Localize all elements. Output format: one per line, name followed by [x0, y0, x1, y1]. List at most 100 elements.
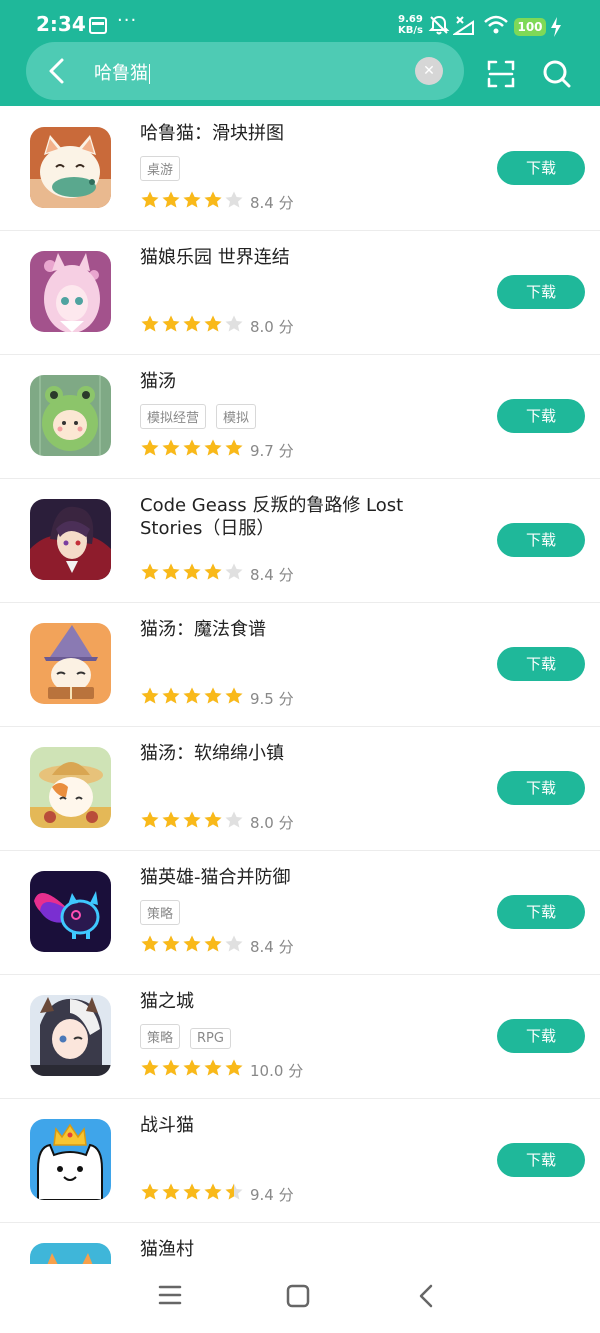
star-rating	[140, 438, 244, 462]
category-tag[interactable]: 桌游	[140, 156, 181, 181]
scan-icon[interactable]	[487, 60, 515, 88]
app-title[interactable]: 猫娘乐园 世界连结	[140, 246, 470, 269]
signal-off-icon	[453, 16, 474, 35]
list-item[interactable]: 猫汤 模拟经营 模拟 9.7 分 下载	[0, 354, 600, 479]
list-item[interactable]: 哈鲁猫：滑块拼图 桌游 8.4 分 下载	[0, 106, 600, 231]
list-item[interactable]: 战斗猫 9.4 分 下载	[0, 1098, 600, 1223]
app-title[interactable]: Code Geass 反叛的鲁路修 Lost Stories（日服）	[140, 494, 470, 540]
category-tag[interactable]: 模拟	[216, 404, 257, 429]
app-icon-cat-hero	[30, 871, 111, 952]
star-icon	[225, 935, 243, 952]
star-icon	[225, 315, 243, 332]
star-icon	[162, 687, 180, 704]
app-icon-cat-soup	[30, 375, 111, 456]
search-input[interactable]: 哈鲁猫	[94, 59, 150, 85]
star-icon	[183, 811, 201, 828]
app-title[interactable]: 哈鲁猫：滑块拼图	[140, 122, 470, 145]
star-icon	[183, 315, 201, 332]
star-icon	[162, 935, 180, 952]
category-tag[interactable]: 模拟经营	[140, 404, 207, 429]
list-item[interactable]: 猫英雄-猫合并防御 策略 8.4 分 下载	[0, 850, 600, 975]
star-rating	[140, 1182, 244, 1206]
star-icon	[162, 191, 180, 208]
list-item[interactable]: Code Geass 反叛的鲁路修 Lost Stories（日服） 8.4 分…	[0, 478, 600, 603]
star-icon	[183, 563, 201, 580]
category-tag[interactable]: RPG	[190, 1028, 231, 1049]
list-item[interactable]: 猫汤：魔法食谱 9.5 分 下载	[0, 602, 600, 727]
calendar-icon	[89, 17, 107, 34]
download-button[interactable]: 下载	[497, 275, 585, 309]
rating-score: 9.5 分	[250, 689, 294, 708]
clear-search-button[interactable]: ✕	[415, 57, 443, 85]
category-tag[interactable]: 策略	[140, 900, 181, 925]
charging-icon	[551, 17, 561, 37]
star-icon	[183, 1059, 201, 1076]
app-icon-code-geass	[30, 499, 111, 580]
app-title[interactable]: 猫汤：软绵绵小镇	[140, 742, 470, 765]
star-rating	[140, 686, 244, 710]
search-results-list[interactable]: 哈鲁猫：滑块拼图 桌游 8.4 分 下载 猫娘乐园 世界连结 8.0 分 下载	[0, 106, 600, 1264]
home-icon[interactable]	[286, 1284, 310, 1308]
star-rating	[140, 934, 244, 958]
download-button[interactable]: 下载	[497, 399, 585, 433]
star-icon	[183, 1183, 201, 1200]
star-icon	[204, 563, 222, 580]
wifi-icon	[484, 15, 508, 34]
back-arrow-icon[interactable]	[44, 56, 70, 86]
star-icon	[225, 439, 243, 456]
star-icon	[204, 315, 222, 332]
app-icon-catgirl-paradise	[30, 251, 111, 332]
text-caret	[149, 64, 150, 84]
download-button[interactable]: 下载	[497, 647, 585, 681]
star-icon	[141, 935, 159, 952]
app-icon-battle-cats	[30, 1119, 111, 1200]
star-icon	[183, 687, 201, 704]
rating-score: 10.0 分	[250, 1061, 304, 1080]
star-icon	[204, 811, 222, 828]
app-title[interactable]: 猫之城	[140, 990, 470, 1013]
rating: 8.0 分	[140, 810, 294, 832]
download-button[interactable]: 下载	[497, 523, 585, 557]
rating: 10.0 分	[140, 1058, 304, 1080]
list-item[interactable]: 猫娘乐园 世界连结 8.0 分 下载	[0, 230, 600, 355]
app-title[interactable]: 战斗猫	[140, 1114, 470, 1137]
star-icon	[141, 1183, 159, 1200]
list-item[interactable]: 猫渔村	[0, 1222, 600, 1264]
list-item[interactable]: 猫之城 策略 RPG 10.0 分 下载	[0, 974, 600, 1099]
download-button[interactable]: 下载	[497, 771, 585, 805]
star-icon	[183, 935, 201, 952]
star-icon	[141, 191, 159, 208]
app-title[interactable]: 猫英雄-猫合并防御	[140, 866, 470, 889]
search-icon[interactable]	[543, 60, 571, 90]
rating-score: 8.4 分	[250, 193, 294, 212]
tag-list: 桌游	[140, 156, 190, 181]
star-rating	[140, 562, 244, 586]
tag-list: 策略 RPG	[140, 1024, 241, 1049]
star-icon	[162, 439, 180, 456]
download-button[interactable]: 下载	[497, 1019, 585, 1053]
app-title[interactable]: 猫汤：魔法食谱	[140, 618, 470, 641]
star-icon	[141, 687, 159, 704]
download-button[interactable]: 下载	[497, 151, 585, 185]
battery-indicator: 100	[514, 18, 546, 36]
star-rating	[140, 810, 244, 834]
app-title[interactable]: 猫渔村	[140, 1238, 470, 1261]
download-button[interactable]: 下载	[497, 1143, 585, 1177]
category-tag[interactable]: 策略	[140, 1024, 181, 1049]
rating: 9.4 分	[140, 1182, 294, 1204]
star-icon	[162, 1059, 180, 1076]
download-button[interactable]: 下载	[497, 895, 585, 929]
star-icon	[225, 191, 243, 208]
app-title[interactable]: 猫汤	[140, 370, 470, 393]
rating-score: 9.7 分	[250, 441, 294, 460]
star-icon	[141, 315, 159, 332]
back-nav-icon[interactable]	[416, 1283, 436, 1309]
star-icon	[141, 563, 159, 580]
rating-score: 8.4 分	[250, 937, 294, 956]
app-icon-cat-city	[30, 995, 111, 1076]
app-icon-haru-cat	[30, 127, 111, 208]
search-field[interactable]	[26, 42, 464, 100]
rating: 9.5 分	[140, 686, 294, 708]
recent-apps-icon[interactable]	[158, 1284, 182, 1306]
list-item[interactable]: 猫汤：软绵绵小镇 8.0 分 下载	[0, 726, 600, 851]
